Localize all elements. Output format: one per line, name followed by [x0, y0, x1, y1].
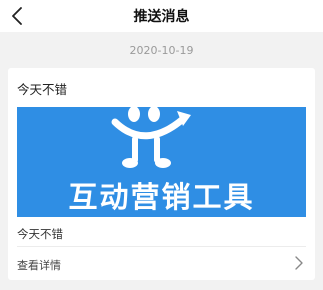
- message-description: 今天不错: [17, 227, 63, 241]
- message-card[interactable]: 今天不错 互动营销工具 今天不错 查看详情: [8, 68, 315, 280]
- chevron-right-icon[interactable]: [293, 255, 305, 271]
- banner-text: 互动营销工具: [68, 180, 255, 214]
- message-date: 2020-10-19: [129, 44, 194, 57]
- nav-bar: 推送消息: [0, 0, 323, 32]
- page-title: 推送消息: [133, 9, 190, 25]
- message-title: 今天不错: [17, 82, 68, 97]
- banner-image[interactable]: 互动营销工具: [17, 107, 306, 217]
- view-details-link[interactable]: 查看详情: [17, 257, 61, 273]
- divider: [17, 246, 306, 247]
